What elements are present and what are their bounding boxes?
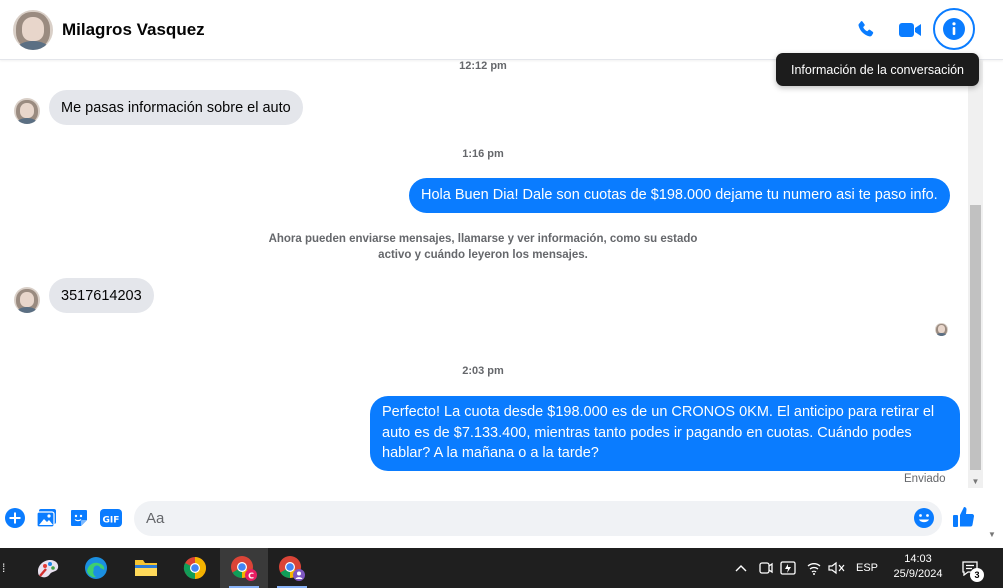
chrome-profile-c-icon[interactable]: C xyxy=(220,548,268,588)
gif-icon[interactable]: GIF xyxy=(100,507,122,529)
windows-taskbar: ⁞ C ESP xyxy=(0,548,1003,588)
page-scroll-down-arrow-icon[interactable]: ▼ xyxy=(988,530,996,539)
volume-muted-icon[interactable] xyxy=(826,548,848,588)
outgoing-message[interactable]: Perfecto! La cuota desde $198.000 es de … xyxy=(370,396,960,471)
battery-charging-icon[interactable] xyxy=(778,548,800,588)
contact-avatar[interactable] xyxy=(13,10,53,50)
video-call-icon[interactable] xyxy=(894,14,926,46)
info-icon xyxy=(943,18,965,40)
chrome-profile-secondary-icon[interactable] xyxy=(268,548,316,588)
message-timestamp: 12:12 pm xyxy=(459,60,507,72)
incoming-message[interactable]: 3517614203 xyxy=(49,278,154,313)
contact-avatar-small[interactable] xyxy=(14,287,40,313)
message-status: Enviado xyxy=(904,473,946,485)
message-timestamp: 2:03 pm xyxy=(462,365,504,377)
phone-call-icon[interactable] xyxy=(850,14,882,46)
message-input[interactable] xyxy=(134,501,942,536)
show-hidden-icons-icon[interactable] xyxy=(732,548,750,588)
read-receipt-avatar xyxy=(935,323,948,336)
input-language[interactable]: ESP xyxy=(852,548,882,588)
contact-avatar-small[interactable] xyxy=(14,98,40,124)
message-scrollbar-thumb[interactable] xyxy=(970,205,981,470)
wifi-icon[interactable] xyxy=(804,548,824,588)
system-clock[interactable]: 14:03 25/9/2024 xyxy=(884,552,952,582)
svg-text:GIF: GIF xyxy=(103,516,120,526)
outgoing-message[interactable]: Hola Buen Dia! Dale son cuotas de $198.0… xyxy=(409,178,950,213)
incoming-message[interactable]: Me pasas información sobre el auto xyxy=(49,90,303,125)
more-actions-icon[interactable] xyxy=(4,507,26,529)
conversation-info-button[interactable] xyxy=(933,8,975,50)
conversation-header: Milagros Vasquez xyxy=(0,0,1003,60)
connection-notice: Ahora pueden enviarse mensajes, llamarse… xyxy=(268,233,698,261)
chrome-browser-icon[interactable] xyxy=(171,548,219,588)
scroll-down-arrow-icon[interactable]: ▼ xyxy=(968,474,983,488)
edge-browser-icon[interactable] xyxy=(72,548,120,588)
notification-count-badge: 3 xyxy=(970,568,984,582)
messenger-window: Milagros Vasquez 12:12 pm Me pasas infor… xyxy=(0,0,1003,588)
conversation-info-tooltip: Información de la conversación xyxy=(776,53,979,86)
attach-image-icon[interactable] xyxy=(36,507,58,529)
message-timestamp: 1:16 pm xyxy=(462,148,504,160)
thumbs-up-icon[interactable] xyxy=(952,505,976,529)
brush-app-icon[interactable] xyxy=(24,548,72,588)
task-view-handle-icon[interactable]: ⁞ xyxy=(2,561,5,575)
sticker-icon[interactable] xyxy=(68,507,90,529)
svg-text:C: C xyxy=(248,572,254,581)
meet-now-icon[interactable] xyxy=(756,548,776,588)
contact-name[interactable]: Milagros Vasquez xyxy=(62,20,205,40)
emoji-icon[interactable] xyxy=(913,507,935,529)
file-explorer-icon[interactable] xyxy=(122,548,170,588)
